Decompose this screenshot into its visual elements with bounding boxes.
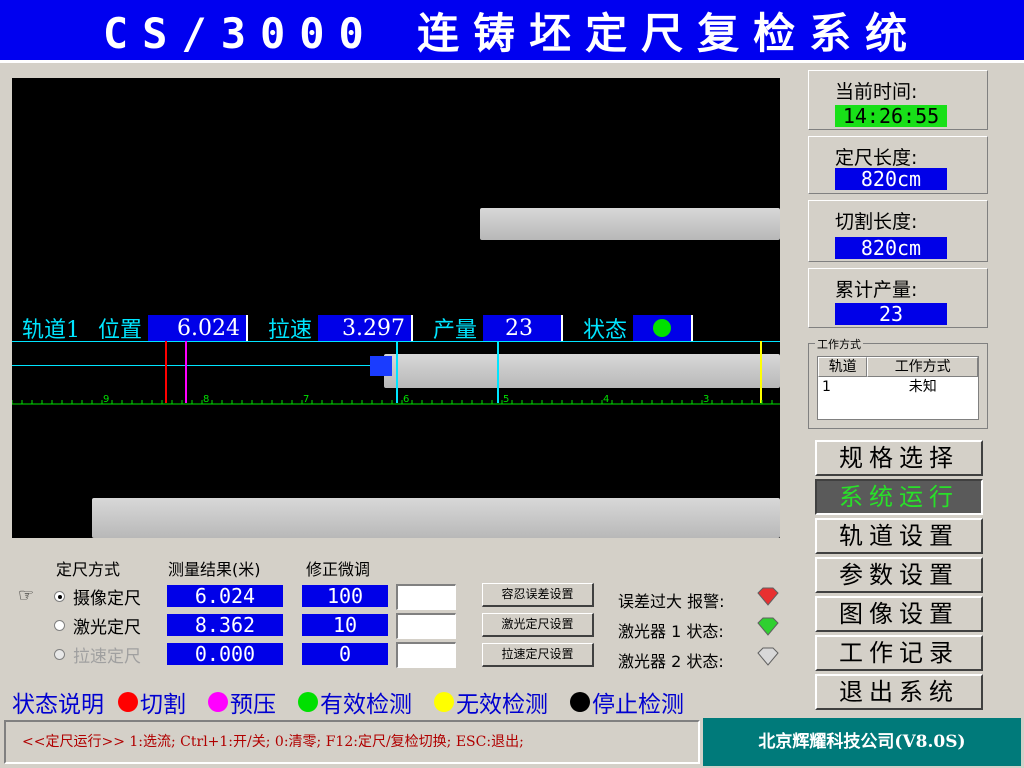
error-alarm-label: 误差过大 报警:	[618, 592, 725, 611]
camera-result: 6.024	[167, 585, 283, 607]
laser2-status-gem-icon	[757, 647, 779, 666]
radio-camera[interactable]: 摄像定尺	[54, 585, 141, 609]
speed-adjust-input[interactable]	[396, 642, 456, 668]
row-mode: 未知	[908, 379, 937, 395]
legend-cut-label: 切割	[140, 692, 186, 718]
laser2-status-label: 激光器 2 状态:	[618, 652, 724, 671]
legend-prepress-label: 预压	[230, 692, 276, 718]
cut-length-box: 定尺长度: 820cm	[808, 136, 988, 194]
radio-laser-label: 激光定尺	[73, 617, 141, 638]
time-box: 当前时间: 14:26:55	[808, 70, 988, 130]
radio-speed: 拉速定尺	[54, 643, 141, 667]
status-indicator	[633, 315, 694, 341]
cutting-length-label: 切割长度:	[835, 211, 918, 233]
ruler-tick-label: 6	[403, 394, 409, 405]
company-label: 北京辉耀科技公司(V8.0S)	[703, 718, 1021, 766]
status-dot-icon	[653, 319, 672, 337]
speed-result: 0.000	[167, 643, 283, 665]
time-value: 14:26:55	[835, 105, 947, 127]
speed-adjust: 0	[302, 643, 388, 665]
status-legend: 状态说明 切割 预压 有效检测 无效检测 停止检测	[12, 686, 684, 718]
ruler: 9 8 7 6 5 4 3	[12, 394, 780, 405]
param-settings-button[interactable]: 参数设置	[815, 557, 983, 593]
app-title: CS/3000 连铸坯定尺复检系统	[0, 0, 1024, 60]
time-label: 当前时间:	[835, 81, 918, 103]
ruler-tick-label: 8	[203, 394, 209, 405]
laser-result: 8.362	[167, 614, 283, 636]
error-alarm-gem-icon	[757, 587, 779, 606]
speed-label: 拉速	[268, 318, 313, 343]
radio-laser[interactable]: 激光定尺	[54, 614, 141, 638]
position-label: 位置	[98, 318, 143, 343]
track-label: 轨道1	[22, 318, 80, 343]
camera-view: 轨道1 位置 6.024 拉速 3.297 产量 23 状态 9 8 7 6 5 4 3	[12, 78, 780, 538]
work-mode-table[interactable]: 轨道 工作方式 1 未知	[817, 356, 979, 420]
output-value: 23	[483, 315, 564, 341]
row-track: 1	[822, 379, 831, 395]
col-mode-header[interactable]: 工作方式	[867, 357, 978, 377]
col-track-header[interactable]: 轨道	[818, 357, 868, 377]
ruler-tick-label: 3	[703, 394, 709, 405]
total-output-label: 累计产量:	[835, 279, 918, 301]
total-output-value: 23	[835, 303, 947, 325]
laser-settings-button[interactable]: 激光定尺设置	[482, 613, 594, 637]
speed-value: 3.297	[318, 315, 414, 341]
output-label: 产量	[433, 318, 478, 343]
mode-header: 定尺方式	[56, 560, 121, 579]
legend-cut-dot-icon	[118, 692, 138, 712]
radio-laser-indicator[interactable]	[54, 619, 65, 631]
cutting-length-value: 820cm	[835, 237, 947, 259]
legend-prepress-dot-icon	[208, 692, 228, 712]
adjust-header: 修正微调	[306, 560, 371, 579]
laser1-status-label: 激光器 1 状态:	[618, 622, 724, 641]
legend-stop-dot-icon	[570, 692, 590, 712]
laser-adjust: 10	[302, 614, 388, 636]
table-row[interactable]: 1 未知	[818, 377, 978, 397]
radio-camera-label: 摄像定尺	[73, 588, 141, 609]
system-run-button[interactable]: 系统运行	[815, 479, 983, 515]
cutting-length-box: 切割长度: 820cm	[808, 200, 988, 262]
legend-invalid-label: 无效检测	[456, 692, 548, 718]
hand-pointer-icon: ☞	[18, 585, 35, 606]
ruler-tick-label: 9	[103, 394, 109, 405]
title-separator	[0, 60, 1024, 63]
status-bar: <<定尺运行>> 1:选流; Ctrl+1:开/关; 0:清零; F12:定尺/…	[4, 720, 700, 764]
cut-length-value: 820cm	[835, 168, 947, 190]
image-settings-button[interactable]: 图像设置	[815, 596, 983, 632]
legend-valid-label: 有效检测	[320, 692, 412, 718]
status-label: 状态	[583, 318, 628, 343]
speed-settings-button[interactable]: 拉速定尺设置	[482, 643, 594, 667]
laser1-status-gem-icon	[757, 617, 779, 636]
work-log-button[interactable]: 工作记录	[815, 635, 983, 671]
work-mode-group: 工作方式 轨道 工作方式 1 未知	[808, 336, 988, 429]
track-settings-button[interactable]: 轨道设置	[815, 518, 983, 554]
ruler-tick-label: 7	[303, 394, 309, 405]
exit-button[interactable]: 退出系统	[815, 674, 983, 710]
radio-speed-label: 拉速定尺	[73, 646, 141, 667]
legend-valid-dot-icon	[298, 692, 318, 712]
radio-speed-indicator	[54, 648, 65, 660]
billet-track	[384, 354, 780, 388]
billet-bottom	[92, 498, 780, 538]
billet-head-marker	[370, 356, 392, 376]
track-overlay: 轨道1 位置 6.024 拉速 3.297 产量 23 状态	[22, 314, 713, 343]
position-value: 6.024	[148, 315, 249, 341]
legend-title: 状态说明	[12, 692, 104, 718]
radio-camera-indicator[interactable]	[54, 590, 65, 602]
legend-invalid-dot-icon	[434, 692, 454, 712]
work-mode-title: 工作方式	[815, 336, 863, 352]
spec-select-button[interactable]: 规格选择	[815, 440, 983, 476]
billet-top	[480, 208, 780, 240]
cut-length-label: 定尺长度:	[835, 147, 918, 169]
camera-adjust: 100	[302, 585, 388, 607]
legend-stop-label: 停止检测	[592, 692, 684, 718]
laser-adjust-input[interactable]	[396, 613, 456, 639]
total-output-box: 累计产量: 23	[808, 268, 988, 328]
ruler-tick-label: 5	[503, 394, 509, 405]
tolerance-settings-button[interactable]: 容忍误差设置	[482, 583, 594, 607]
ruler-tick-label: 4	[603, 394, 609, 405]
result-header: 测量结果(米)	[168, 560, 261, 579]
camera-adjust-input[interactable]	[396, 584, 456, 610]
